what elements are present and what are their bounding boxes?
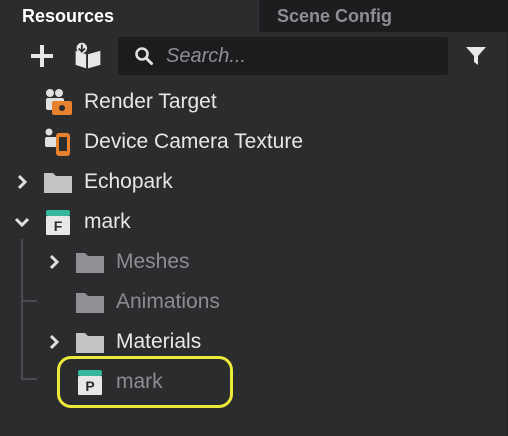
chevron-right-icon[interactable] xyxy=(44,332,64,352)
filter-funnel-icon xyxy=(466,47,486,65)
fbx-file-icon: F xyxy=(42,207,74,237)
add-resource-button[interactable] xyxy=(27,41,57,71)
search-input[interactable] xyxy=(166,41,436,71)
tree-item-label: Device Camera Texture xyxy=(84,130,304,153)
chevron-right-icon[interactable] xyxy=(44,252,64,272)
tree-item-render-target[interactable]: Render Target xyxy=(0,82,508,122)
tree-item-mark-fbx[interactable]: F mark xyxy=(0,202,508,242)
folder-icon xyxy=(74,287,106,317)
highlight-ring xyxy=(57,356,233,408)
tree-item-device-camera-texture[interactable]: Device Camera Texture xyxy=(0,122,508,162)
library-import-icon xyxy=(75,42,101,69)
tree-item-label: Echopark xyxy=(84,170,173,193)
folder-icon xyxy=(74,327,106,357)
render-target-icon xyxy=(42,87,74,117)
plus-icon xyxy=(31,45,53,67)
resources-toolbar xyxy=(0,32,508,82)
device-camera-texture-icon xyxy=(42,127,74,157)
tree-item-echopark[interactable]: Echopark xyxy=(0,162,508,202)
chevron-right-icon[interactable] xyxy=(12,172,32,192)
search-box xyxy=(118,37,448,75)
search-icon xyxy=(134,46,154,66)
folder-icon xyxy=(74,247,106,277)
import-library-button[interactable] xyxy=(73,41,103,71)
tree-item-label: Meshes xyxy=(116,250,190,273)
tree-item-meshes[interactable]: Meshes xyxy=(0,242,508,282)
resource-tree: Render Target Device Camera Texture Echo… xyxy=(0,82,508,436)
tab-resources[interactable]: Resources xyxy=(0,0,258,32)
tree-item-label: Materials xyxy=(116,330,202,353)
tree-item-label: Animations xyxy=(116,290,220,313)
resources-panel: Resources Scene Config Search... Render … xyxy=(0,0,508,436)
tab-scene-config[interactable]: Scene Config xyxy=(258,0,508,32)
chevron-down-icon[interactable] xyxy=(12,212,32,232)
tab-bar: Resources Scene Config xyxy=(0,0,508,32)
svg-text:F: F xyxy=(54,218,63,234)
tree-item-animations[interactable]: Animations xyxy=(0,282,508,322)
folder-icon xyxy=(42,167,74,197)
tree-item-label: Render Target xyxy=(84,90,217,113)
tree-item-label: mark xyxy=(84,210,131,233)
filter-button[interactable] xyxy=(461,41,491,71)
